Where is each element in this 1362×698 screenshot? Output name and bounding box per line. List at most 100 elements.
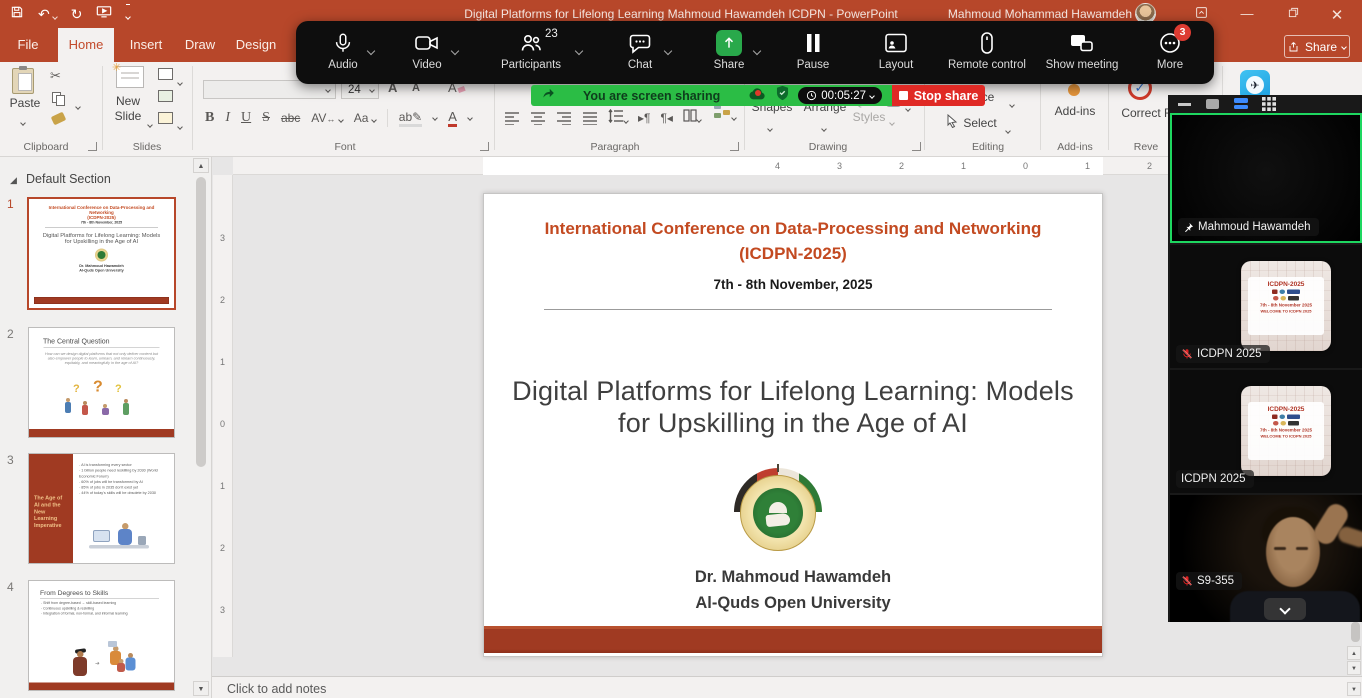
- new-slide-icon[interactable]: ✳: [112, 64, 146, 92]
- new-slide-dropdown-icon[interactable]: [148, 114, 152, 132]
- section-icon[interactable]: [158, 112, 173, 124]
- thumbs-scroll-up-button[interactable]: ▲: [193, 158, 209, 173]
- more-button[interactable]: More: [1135, 29, 1205, 71]
- bold-button[interactable]: B: [205, 110, 214, 126]
- show-meeting-button[interactable]: Show meeting: [1027, 29, 1137, 71]
- slide-canvas[interactable]: International Conference on Data-Process…: [483, 193, 1103, 657]
- panel-minimize-icon[interactable]: [1178, 103, 1191, 106]
- tab-draw[interactable]: Draw: [178, 28, 222, 62]
- video-tile-icdpn-1[interactable]: ICDPN-2025 7th - 8th November 2025 WELCO…: [1170, 245, 1362, 368]
- remote-control-icon: [932, 29, 1042, 57]
- font-color-dropdown-icon[interactable]: [467, 115, 473, 121]
- select-button[interactable]: Select: [958, 116, 1002, 130]
- change-case-button[interactable]: Aa: [354, 111, 376, 125]
- arrange-dropdown-icon[interactable]: [822, 118, 826, 136]
- security-shield-icon[interactable]: [775, 85, 790, 106]
- new-slide-button[interactable]: New: [104, 94, 152, 108]
- section-dropdown-icon[interactable]: [178, 116, 182, 134]
- character-spacing-button[interactable]: AV↔: [311, 111, 342, 125]
- participants-button[interactable]: Participants: [486, 29, 576, 71]
- font-color-button[interactable]: A: [448, 109, 457, 127]
- new-slide-button-line2[interactable]: Slide: [104, 109, 152, 123]
- columns-button[interactable]: [683, 109, 701, 127]
- underline-button[interactable]: U: [241, 110, 251, 126]
- highlight-dropdown-icon[interactable]: [432, 115, 438, 121]
- slide-4-thumbnail[interactable]: From Degrees to Skills Shift from degree…: [28, 580, 175, 691]
- tab-file[interactable]: File: [6, 28, 50, 62]
- stop-share-button[interactable]: Stop share: [892, 85, 985, 106]
- font-dialog-launcher[interactable]: [480, 142, 489, 151]
- tab-design[interactable]: Design: [228, 28, 284, 62]
- section-collapse-icon[interactable]: ◢: [10, 175, 17, 186]
- active-view-icon[interactable]: [1234, 98, 1248, 109]
- text-direction-rtl-icon[interactable]: ¶◂: [660, 111, 672, 125]
- notes-placeholder[interactable]: Click to add notes: [227, 682, 326, 696]
- video-tile-mahmoud[interactable]: Mahmoud Hawamdeh: [1170, 113, 1362, 243]
- paragraph-dialog-launcher[interactable]: [730, 142, 739, 151]
- paste-dropdown-icon[interactable]: [21, 112, 25, 130]
- share-options-chevron[interactable]: [754, 41, 760, 59]
- next-slide-button[interactable]: ▼: [1347, 661, 1361, 675]
- clipboard-dialog-launcher[interactable]: [88, 142, 97, 151]
- copy-dropdown-icon[interactable]: [76, 96, 80, 114]
- strikethrough-button[interactable]: S: [262, 110, 270, 126]
- line-spacing-button[interactable]: [608, 109, 628, 128]
- highlight-color-button[interactable]: ab✎: [399, 110, 422, 127]
- align-center-icon[interactable]: [530, 111, 546, 125]
- panel-scroll-down-button[interactable]: [1264, 598, 1306, 620]
- restore-button[interactable]: [1284, 6, 1302, 21]
- video-tile-s9-355[interactable]: S9-355: [1170, 495, 1362, 622]
- notes-pane[interactable]: Click to add notes: [212, 676, 1362, 698]
- italic-button[interactable]: I: [225, 110, 230, 126]
- drawing-dialog-launcher[interactable]: [912, 142, 921, 151]
- thumbs-scrollbar-thumb[interactable]: [196, 177, 206, 467]
- layout-dropdown-icon[interactable]: [178, 72, 182, 90]
- ribbon-display-options-icon[interactable]: [1192, 6, 1210, 22]
- shapes-dropdown-icon[interactable]: [768, 118, 772, 136]
- participants-options-chevron[interactable]: [576, 41, 582, 59]
- section-header[interactable]: Default Section: [26, 172, 111, 186]
- share-presentation-button[interactable]: Share: [1284, 35, 1350, 58]
- cut-icon[interactable]: ✂: [50, 68, 61, 84]
- slide-layout-icon[interactable]: [158, 68, 173, 80]
- thumbs-scroll-down-button[interactable]: ▼: [193, 681, 209, 696]
- align-left-icon[interactable]: [504, 111, 520, 125]
- close-button[interactable]: ✕: [1328, 6, 1346, 24]
- strikethrough-abc-icon[interactable]: abc: [281, 111, 300, 125]
- pause-share-button[interactable]: Pause: [778, 29, 848, 71]
- speaker-view-icon[interactable]: [1206, 99, 1219, 109]
- main-scrollbar-thumb[interactable]: [1351, 622, 1360, 642]
- vertical-ruler[interactable]: 3 2 1 0 1 2 3: [213, 175, 233, 657]
- reset-slide-icon[interactable]: [158, 90, 173, 102]
- remote-control-button[interactable]: Remote control: [932, 29, 1042, 71]
- poster-logos-2: [1248, 296, 1324, 301]
- align-right-icon[interactable]: [556, 111, 572, 125]
- chat-options-chevron[interactable]: [665, 41, 671, 59]
- previous-slide-button[interactable]: ▲: [1347, 646, 1361, 660]
- tab-insert[interactable]: Insert: [122, 28, 170, 62]
- video-options-chevron[interactable]: [452, 41, 458, 59]
- account-name[interactable]: Mahmoud Mohammad Hawamdeh: [948, 7, 1132, 21]
- main-scroll-down-button[interactable]: ▼: [1347, 682, 1361, 696]
- video-tile-icdpn-2[interactable]: ICDPN-2025 7th - 8th November 2025 WELCO…: [1170, 370, 1362, 493]
- ruler-number: 2: [1147, 161, 1152, 171]
- text-direction-ltr-icon[interactable]: ▸¶: [638, 111, 650, 125]
- quick-styles-line2[interactable]: Styles: [846, 110, 892, 124]
- addins-button[interactable]: Add-ins: [1046, 104, 1104, 118]
- slide-2-thumbnail[interactable]: The Central Question How can we design d…: [28, 327, 175, 438]
- replace-dropdown-icon[interactable]: [1010, 94, 1014, 112]
- slide-1-thumbnail[interactable]: International Conference on Data-Process…: [27, 197, 176, 310]
- minimize-button[interactable]: —: [1238, 6, 1256, 21]
- thumb3-bullets: AI is transforming every sector 1 billio…: [79, 462, 169, 496]
- tab-home[interactable]: Home: [58, 28, 114, 62]
- slide-3-thumbnail[interactable]: The Age of AI and the New Learning Imper…: [28, 453, 175, 564]
- paste-icon[interactable]: [12, 66, 38, 96]
- quick-styles-dropdown-icon[interactable]: [890, 112, 894, 130]
- select-dropdown-icon[interactable]: [1006, 120, 1010, 138]
- format-painter-icon[interactable]: [51, 112, 67, 126]
- audio-options-chevron[interactable]: [368, 41, 374, 59]
- layout-button[interactable]: Layout: [861, 29, 931, 71]
- meeting-timer[interactable]: 00:05:27: [798, 87, 882, 104]
- paste-button[interactable]: Paste: [2, 96, 48, 110]
- justify-icon[interactable]: [582, 111, 598, 125]
